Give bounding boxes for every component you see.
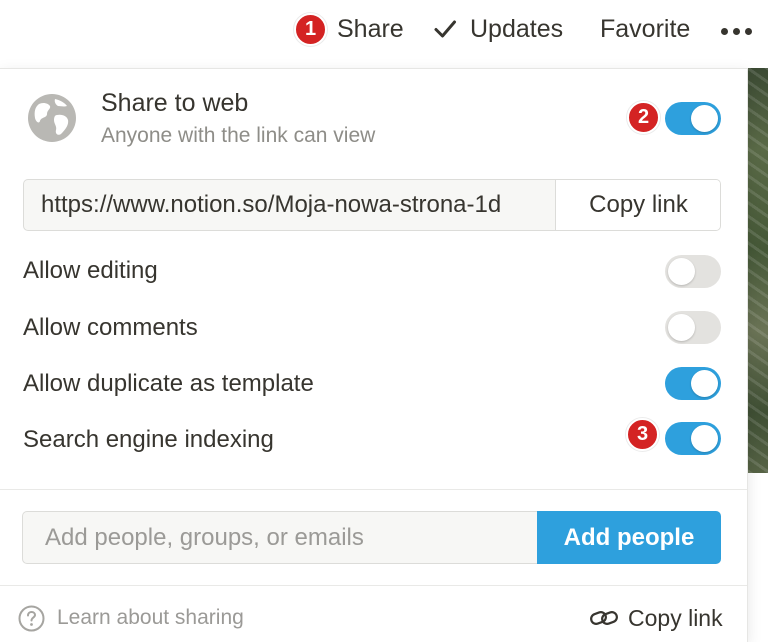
- footer-copy-link-button[interactable]: Copy link: [589, 602, 723, 634]
- globe-icon: [28, 94, 76, 142]
- search-indexing-toggle[interactable]: [665, 422, 721, 455]
- annotation-badge-2: 2: [627, 101, 660, 134]
- divider: [0, 489, 747, 490]
- annotation-badge-1: 1: [294, 12, 327, 46]
- share-to-web-subtitle: Anyone with the link can view: [101, 124, 376, 147]
- share-link-field: https://www.notion.so/Moja-nowa-strona-1…: [23, 179, 721, 231]
- add-people-button[interactable]: Add people: [537, 511, 721, 564]
- learn-about-sharing-link[interactable]: Learn about sharing: [18, 602, 244, 634]
- copy-link-button[interactable]: Copy link: [555, 180, 720, 230]
- share-to-web-toggle[interactable]: [665, 102, 721, 135]
- share-label: Share: [337, 14, 404, 43]
- favorite-button[interactable]: Favorite: [600, 12, 690, 46]
- allow-editing-toggle[interactable]: [665, 255, 721, 288]
- share-to-web-title: Share to web: [101, 89, 249, 117]
- allow-duplicate-label: Allow duplicate as template: [23, 370, 314, 397]
- background-map-image: [748, 68, 768, 473]
- help-circle-icon: [18, 605, 45, 631]
- divider: [0, 585, 747, 586]
- footer-copy-link-label: Copy link: [628, 604, 723, 631]
- link-icon: [590, 611, 618, 625]
- share-button[interactable]: 1 Share: [294, 12, 404, 46]
- learn-about-sharing-label: Learn about sharing: [57, 606, 244, 629]
- allow-editing-label: Allow editing: [23, 257, 158, 284]
- updates-button[interactable]: Updates: [432, 12, 563, 46]
- allow-comments-toggle[interactable]: [665, 311, 721, 344]
- allow-duplicate-toggle[interactable]: [665, 367, 721, 400]
- allow-comments-label: Allow comments: [23, 314, 198, 341]
- more-options-button[interactable]: [721, 14, 752, 48]
- annotation-badge-3: 3: [626, 418, 659, 451]
- search-indexing-label: Search engine indexing: [23, 426, 274, 453]
- favorite-label: Favorite: [600, 14, 691, 43]
- share-link-url[interactable]: https://www.notion.so/Moja-nowa-strona-1…: [41, 180, 554, 230]
- check-icon: [434, 20, 456, 38]
- invite-input[interactable]: [22, 511, 539, 564]
- top-bar: 1 Share Updates Favorite: [0, 0, 768, 60]
- share-popup: Share to web Anyone with the link can vi…: [0, 68, 748, 642]
- more-dots-icon: [721, 18, 752, 44]
- updates-label: Updates: [470, 14, 564, 43]
